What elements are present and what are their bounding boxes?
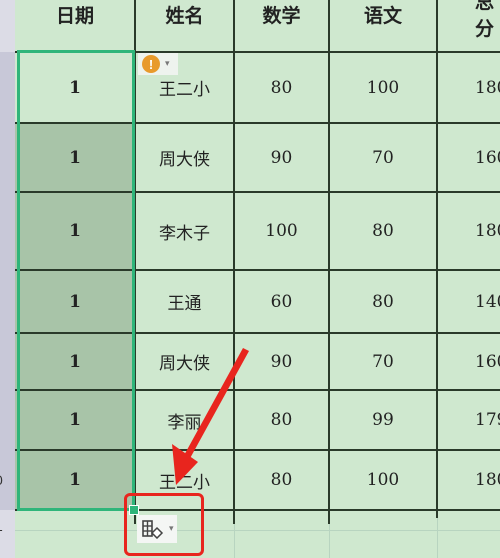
arrow-shaft <box>182 348 249 462</box>
annotation-arrow <box>172 348 249 485</box>
